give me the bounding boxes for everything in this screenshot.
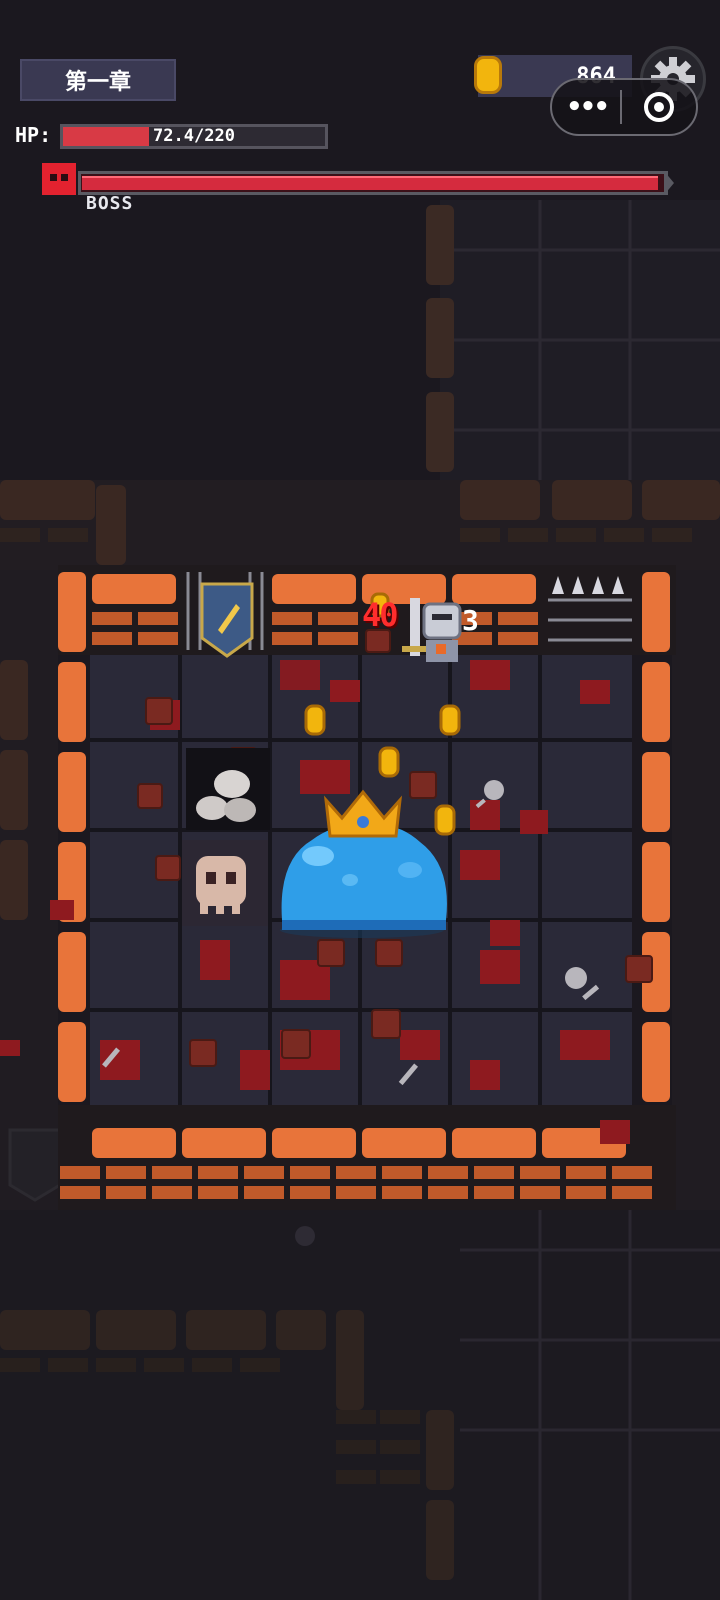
- more-dots-icon: •••: [566, 92, 610, 122]
- hit-number: 3: [462, 604, 479, 637]
- ghost-skull-enemy: [182, 840, 268, 926]
- close-button[interactable]: [624, 80, 694, 134]
- coin-icon: [474, 56, 502, 94]
- upper-corridor: [426, 200, 720, 485]
- boss-bar-tip: [664, 171, 674, 195]
- rock-pile-icon: [186, 748, 270, 830]
- red-skull-icon: [42, 163, 76, 195]
- boss-hp-bar-fill: [82, 176, 658, 190]
- damage-number: 40: [362, 596, 399, 634]
- game-scene[interactable]: [0, 0, 720, 1600]
- knight-player[interactable]: [402, 598, 462, 662]
- hp-value: 72.4/220: [153, 126, 235, 146]
- chapter-title: 第一章: [20, 59, 176, 101]
- shield-banner-icon: [186, 572, 264, 658]
- close-circle-icon: [644, 92, 674, 122]
- hp-label: HP:: [15, 123, 52, 147]
- boss-label: BOSS: [86, 193, 134, 214]
- more-button[interactable]: •••: [552, 80, 622, 134]
